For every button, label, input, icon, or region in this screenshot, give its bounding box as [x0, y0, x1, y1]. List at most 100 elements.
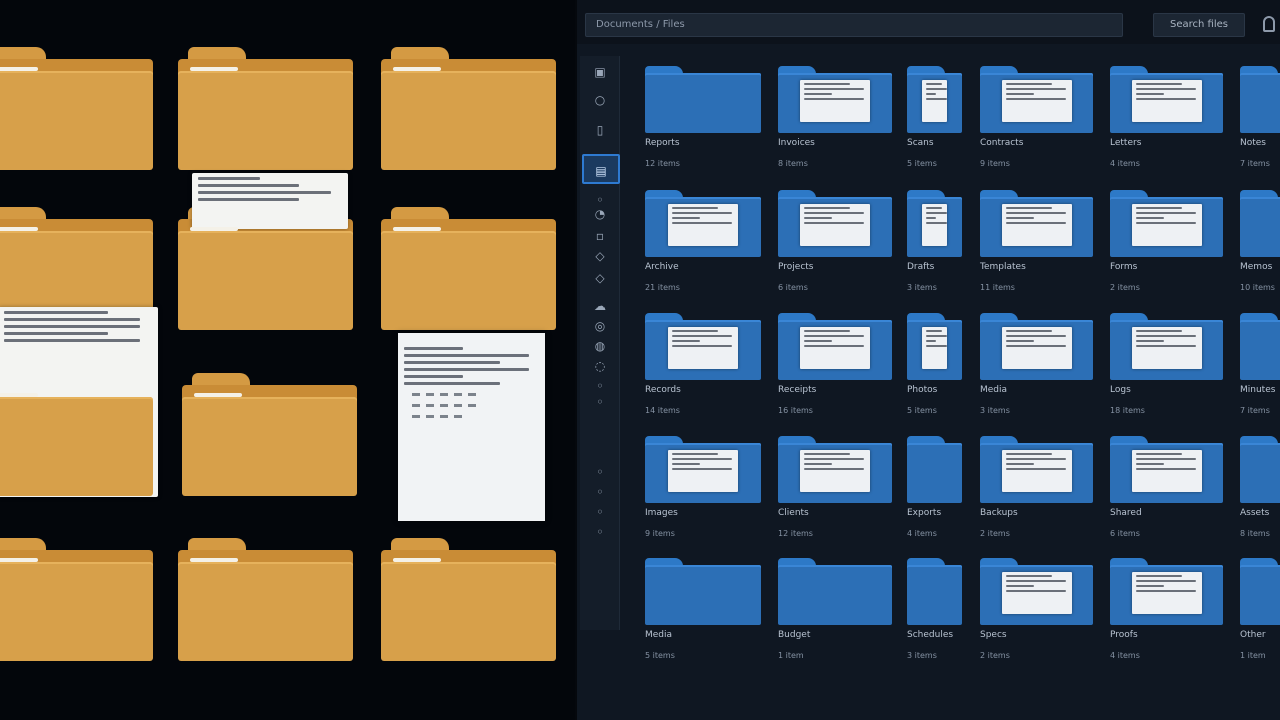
document-thumbnail — [1132, 572, 1202, 614]
document-icon[interactable]: ▯ — [592, 122, 608, 138]
folder-item[interactable]: Memos 10 items — [1240, 190, 1280, 300]
folder-icon[interactable]: ▤ — [582, 154, 620, 184]
file-explorer-window: Documents / Files Search files ▣ ○ ▯ ▤ ◦ ◔ ▫ ◇ ◇… — [577, 0, 1280, 720]
folder-name: Media — [980, 385, 1008, 395]
folder-meta: 8 items — [778, 159, 808, 168]
folder-meta: 1 item — [778, 651, 804, 660]
link-icon[interactable]: ◦ — [592, 378, 608, 394]
folder-meta: 4 items — [1110, 651, 1140, 660]
orange-folder — [381, 47, 556, 170]
folder-item[interactable]: Forms 2 items — [1110, 190, 1223, 300]
folder-item[interactable]: Proofs 4 items — [1110, 558, 1223, 668]
document-thumbnail — [1002, 572, 1072, 614]
folder-name: Contracts — [980, 138, 1024, 148]
folder-name: Projects — [778, 262, 814, 272]
tag-icon[interactable]: ◇ — [592, 270, 608, 286]
folder-item[interactable]: Drafts 3 items — [907, 190, 962, 300]
folder-name: Budget — [778, 630, 811, 640]
folder-meta: 2 items — [1110, 283, 1140, 292]
document-thumbnail — [800, 327, 870, 369]
folder-item[interactable]: Media 5 items — [645, 558, 761, 668]
image-icon[interactable]: ▣ — [592, 64, 608, 80]
folder-name: Reports — [645, 138, 680, 148]
folder-meta: 4 items — [907, 529, 937, 538]
path-input[interactable]: Documents / Files — [585, 13, 1123, 37]
folder-name: Images — [645, 508, 678, 518]
folder-icon — [1240, 197, 1280, 257]
upload-icon[interactable]: ◦ — [592, 504, 608, 520]
folder-item[interactable]: Specs 2 items — [980, 558, 1093, 668]
user-icon[interactable] — [1263, 16, 1275, 32]
folder-name: Schedules — [907, 630, 954, 640]
folder-item[interactable]: Assets 8 items — [1240, 436, 1280, 546]
folder-item[interactable]: Reports 12 items — [645, 66, 761, 176]
document-thumbnail — [1002, 80, 1072, 122]
folder-name: Memos — [1240, 262, 1273, 272]
folder-item[interactable]: Templates 11 items — [980, 190, 1093, 300]
folder-item[interactable]: Receipts 16 items — [778, 313, 892, 423]
folder-icon — [907, 443, 962, 503]
folder-item[interactable]: Backups 2 items — [980, 436, 1093, 546]
folder-item[interactable]: Schedules 3 items — [907, 558, 962, 668]
folder-item[interactable]: Shared 6 items — [1110, 436, 1223, 546]
help-icon[interactable]: ◦ — [592, 464, 608, 480]
info-icon[interactable]: ◦ — [592, 394, 608, 410]
folder-name: Receipts — [778, 385, 817, 395]
bookmark-icon[interactable]: ▫ — [592, 228, 608, 244]
folder-meta: 10 items — [1240, 283, 1275, 292]
folder-name: Photos — [907, 385, 938, 395]
folder-name: Minutes — [1240, 385, 1276, 395]
lock-icon[interactable]: ◎ — [592, 318, 608, 334]
folder-meta: 9 items — [645, 529, 675, 538]
document-thumbnail — [668, 450, 738, 492]
cloud-icon[interactable]: ☁ — [592, 298, 608, 314]
folder-meta: 18 items — [1110, 406, 1145, 415]
search-button[interactable]: Search files — [1153, 13, 1245, 37]
folder-meta: 5 items — [907, 406, 937, 415]
folder-name: Shared — [1110, 508, 1142, 518]
folder-item[interactable]: Clients 12 items — [778, 436, 892, 546]
folder-item[interactable]: Media 3 items — [980, 313, 1093, 423]
folder-item[interactable]: Invoices 8 items — [778, 66, 892, 176]
folder-item[interactable]: Archive 21 items — [645, 190, 761, 300]
share-icon[interactable]: ◇ — [592, 248, 608, 264]
folder-name: Forms — [1110, 262, 1138, 272]
folder-name: Archive — [645, 262, 679, 272]
folder-item[interactable]: Projects 6 items — [778, 190, 892, 300]
orange-folder — [381, 207, 556, 330]
folder-meta: 21 items — [645, 283, 680, 292]
download-icon[interactable]: ◦ — [592, 484, 608, 500]
folder-icon — [907, 565, 962, 625]
trash-icon[interactable]: ◍ — [592, 338, 608, 354]
document-thumbnail — [1132, 80, 1202, 122]
document-thumbnail — [1002, 204, 1072, 246]
folder-item[interactable]: Logs 18 items — [1110, 313, 1223, 423]
folder-name: Templates — [980, 262, 1026, 272]
folder-name: Specs — [980, 630, 1007, 640]
folder-name: Invoices — [778, 138, 815, 148]
document-thumbnail — [1132, 450, 1202, 492]
circle-icon[interactable]: ○ — [592, 92, 608, 108]
folder-item[interactable]: Budget 1 item — [778, 558, 892, 668]
folder-meta: 8 items — [1240, 529, 1270, 538]
folder-item[interactable]: Other 1 item — [1240, 558, 1280, 668]
folder-item[interactable]: Minutes 7 items — [1240, 313, 1280, 423]
folder-name: Media — [645, 630, 673, 640]
archive-icon[interactable]: ◦ — [592, 524, 608, 540]
folder-name: Clients — [778, 508, 809, 518]
folder-item[interactable]: Contracts 9 items — [980, 66, 1093, 176]
clock-icon[interactable]: ◔ — [592, 206, 608, 222]
folder-icon — [645, 73, 761, 133]
orange-folder-with-papers — [178, 173, 353, 330]
star-icon[interactable]: ◌ — [592, 358, 608, 374]
folder-name: Other — [1240, 630, 1266, 640]
folder-item[interactable]: Notes 7 items — [1240, 66, 1280, 176]
folder-item[interactable]: Images 9 items — [645, 436, 761, 546]
folder-item[interactable]: Exports 4 items — [907, 436, 962, 546]
folder-item[interactable]: Photos 5 items — [907, 313, 962, 423]
folder-item[interactable]: Letters 4 items — [1110, 66, 1223, 176]
folder-item[interactable]: Scans 5 items — [907, 66, 962, 176]
document-thumbnail — [800, 80, 870, 122]
folder-item[interactable]: Records 14 items — [645, 313, 761, 423]
document-thumbnail — [922, 204, 948, 246]
